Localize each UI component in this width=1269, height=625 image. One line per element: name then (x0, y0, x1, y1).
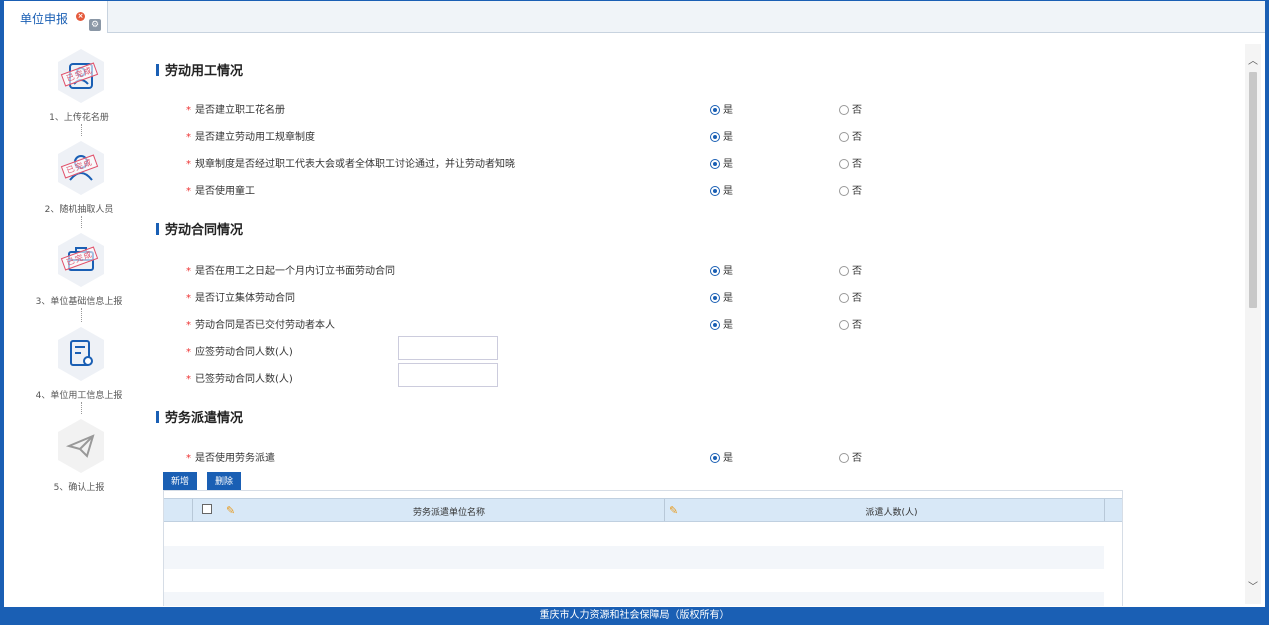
column-divider (664, 499, 665, 521)
send-icon (58, 419, 104, 473)
column-divider (1104, 499, 1105, 521)
radio-no[interactable]: 否 (839, 316, 862, 331)
radio-yes[interactable]: 是 (710, 155, 733, 170)
question-collective-contract: * 是否订立集体劳动合同 (186, 293, 295, 304)
form-main: 劳动用工情况 * 是否建立职工花名册 是 否 * 是否建立劳动用工规章制度 是 否 … (156, 34, 1244, 606)
close-icon[interactable]: × (76, 12, 85, 21)
field-label-signed-contracts: * 已签劳动合同人数(人) (186, 374, 293, 385)
radio-yes[interactable]: 是 (710, 101, 733, 116)
table-row[interactable] (164, 546, 1104, 569)
radio-no[interactable]: 否 (839, 289, 862, 304)
step-3[interactable]: 已完成 3、单位基础信息上报 (4, 224, 154, 322)
radio-no[interactable]: 否 (839, 449, 862, 464)
step-label: 1、上传花名册 (49, 113, 109, 123)
chevron-down-icon[interactable]: ﹀ (1248, 578, 1258, 593)
question-written-contract: * 是否在用工之日起一个月内订立书面劳动合同 (186, 266, 395, 277)
dispatch-table: ✎ 劳务派遣单位名称 ✎ 派遣人数(人) (163, 490, 1123, 606)
section-title-employment: 劳动用工情况 (156, 60, 243, 79)
question-child-labor: * 是否使用童工 (186, 186, 255, 197)
tab-label: 单位申报 (20, 12, 69, 26)
signed-contracts-input[interactable] (398, 363, 498, 387)
add-button[interactable]: 新增 (163, 472, 198, 490)
column-header-dispatch-unit[interactable]: 劳务派遣单位名称 (234, 505, 664, 518)
radio-no[interactable]: 否 (839, 101, 862, 116)
footer-copyright: 重庆市人力资源和社会保障局（版权所有） (0, 607, 1269, 625)
section-title-contract: 劳动合同情况 (156, 219, 243, 238)
step-label: 4、单位用工信息上报 (35, 391, 123, 401)
chevron-up-icon[interactable]: ︿ (1248, 52, 1258, 67)
radio-no[interactable]: 否 (839, 128, 862, 143)
delete-button[interactable]: 删除 (207, 472, 242, 490)
document-settings-icon (58, 327, 104, 381)
select-all-checkbox[interactable] (202, 504, 212, 514)
table-row[interactable] (164, 592, 1104, 606)
vertical-scrollbar[interactable]: ︿ ﹀ (1245, 44, 1261, 604)
question-contract-delivered: * 劳动合同是否已交付劳动者本人 (186, 320, 335, 331)
tab-bar: 单位申报 × ⚙ (4, 1, 1265, 33)
table-row[interactable] (164, 523, 1104, 546)
step-4[interactable]: 4、单位用工信息上报 (4, 318, 154, 414)
required-contracts-input[interactable] (398, 336, 498, 360)
field-label-required-contracts: * 应签劳动合同人数(人) (186, 347, 293, 358)
radio-no[interactable]: 否 (839, 182, 862, 197)
step-1[interactable]: 已完成 1、上传花名册 (4, 40, 154, 136)
gear-icon[interactable]: ⚙ (89, 19, 101, 31)
radio-yes[interactable]: 是 (710, 289, 733, 304)
radio-yes[interactable]: 是 (710, 262, 733, 277)
radio-yes[interactable]: 是 (710, 182, 733, 197)
section-title-dispatch: 劳务派遣情况 (156, 407, 243, 426)
radio-yes[interactable]: 是 (710, 316, 733, 331)
step-2[interactable]: 已完成 2、随机抽取人员 (4, 132, 154, 228)
step-5[interactable]: 5、确认上报 (4, 410, 154, 500)
radio-yes[interactable]: 是 (710, 128, 733, 143)
step-progress: 已完成 1、上传花名册 已完成 2、随机抽取人员 已完成 3、单位基础信息上报 (4, 34, 154, 606)
scrollbar-thumb[interactable] (1249, 72, 1257, 308)
radio-yes[interactable]: 是 (710, 449, 733, 464)
question-dispatch: * 是否使用劳务派遣 (186, 453, 275, 464)
table-row[interactable] (164, 569, 1104, 592)
column-divider (192, 499, 193, 521)
question-rules-approved: * 规章制度是否经过职工代表大会或者全体职工讨论通过，并让劳动者知晓 (186, 159, 515, 170)
tab-unit-declaration[interactable]: 单位申报 × ⚙ (4, 1, 108, 33)
step-label: 3、单位基础信息上报 (35, 297, 123, 307)
table-header: ✎ 劳务派遣单位名称 ✎ 派遣人数(人) (164, 498, 1122, 522)
edit-icon: ✎ (669, 504, 679, 517)
radio-no[interactable]: 否 (839, 155, 862, 170)
question-rules: * 是否建立劳动用工规章制度 (186, 132, 315, 143)
step-label: 5、确认上报 (53, 483, 105, 493)
column-header-dispatch-count[interactable]: 派遣人数(人) (679, 505, 1104, 518)
question-roster: * 是否建立职工花名册 (186, 105, 285, 116)
step-label: 2、随机抽取人员 (44, 205, 114, 215)
radio-no[interactable]: 否 (839, 262, 862, 277)
